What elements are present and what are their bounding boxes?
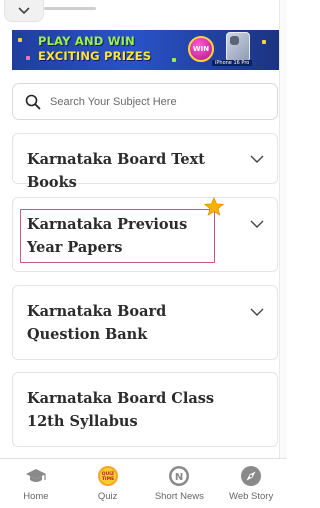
- quiz-badge-text-2: TIME: [101, 476, 113, 482]
- search-input[interactable]: [50, 95, 260, 108]
- news-glyph: N: [175, 472, 183, 483]
- card-title: Karnataka Board Question Bank: [27, 303, 167, 343]
- phone-image: [226, 32, 250, 62]
- accordion-class-12-syllabus[interactable]: Karnataka Board Class 12th Syllabus: [12, 372, 278, 447]
- scrollbar-track[interactable]: [279, 0, 287, 460]
- card-title: Karnataka Board Class 12th Syllabus: [27, 390, 215, 430]
- confetti: [18, 38, 22, 42]
- chevron-down-icon[interactable]: [250, 217, 264, 231]
- search-box[interactable]: [12, 83, 278, 120]
- top-divider: [44, 7, 96, 10]
- banner-line-2: EXCITING PRIZES: [38, 49, 152, 63]
- banner-line-1: PLAY AND WIN: [38, 34, 135, 48]
- nav-label: Short News: [154, 491, 204, 502]
- chevron-down-icon[interactable]: [250, 152, 264, 166]
- collapse-tab[interactable]: [4, 0, 44, 22]
- nav-short-news[interactable]: N Short News: [144, 459, 216, 508]
- promo-banner[interactable]: PLAY AND WIN EXCITING PRIZES WIN iPhone …: [12, 30, 279, 70]
- compass-icon: [241, 466, 262, 486]
- quiz-time-icon: QUIZ TIME: [97, 466, 118, 486]
- nav-home[interactable]: Home: [0, 459, 72, 508]
- chevron-down-icon: [18, 6, 30, 14]
- star-icon: [204, 197, 224, 216]
- prize-caption: iPhone 16 Pro: [212, 60, 253, 66]
- win-badge: WIN: [188, 36, 214, 62]
- search-icon: [25, 94, 41, 109]
- bottom-navigation: Home QUIZ TIME Quiz N Short News Web Sto…: [0, 458, 287, 508]
- highlight-frame: [20, 209, 215, 263]
- nav-quiz[interactable]: QUIZ TIME Quiz: [72, 459, 144, 508]
- nav-label: Web Story: [229, 491, 274, 502]
- accordion-question-bank[interactable]: Karnataka Board Question Bank: [12, 285, 278, 360]
- card-title: Karnataka Board Text Books: [27, 151, 206, 191]
- accordion-text-books[interactable]: Karnataka Board Text Books: [12, 133, 278, 191]
- nav-label: Quiz: [97, 491, 118, 502]
- nav-label: Home: [23, 491, 49, 502]
- confetti: [262, 40, 266, 44]
- top-strip: [0, 0, 287, 24]
- banner-text: PLAY AND WIN EXCITING PRIZES: [38, 34, 151, 64]
- confetti: [172, 58, 176, 62]
- news-n-icon: N: [169, 466, 190, 486]
- graduation-cap-icon: [25, 469, 46, 482]
- chevron-down-icon[interactable]: [250, 305, 264, 319]
- confetti: [26, 56, 30, 60]
- nav-web-story[interactable]: Web Story: [215, 459, 287, 508]
